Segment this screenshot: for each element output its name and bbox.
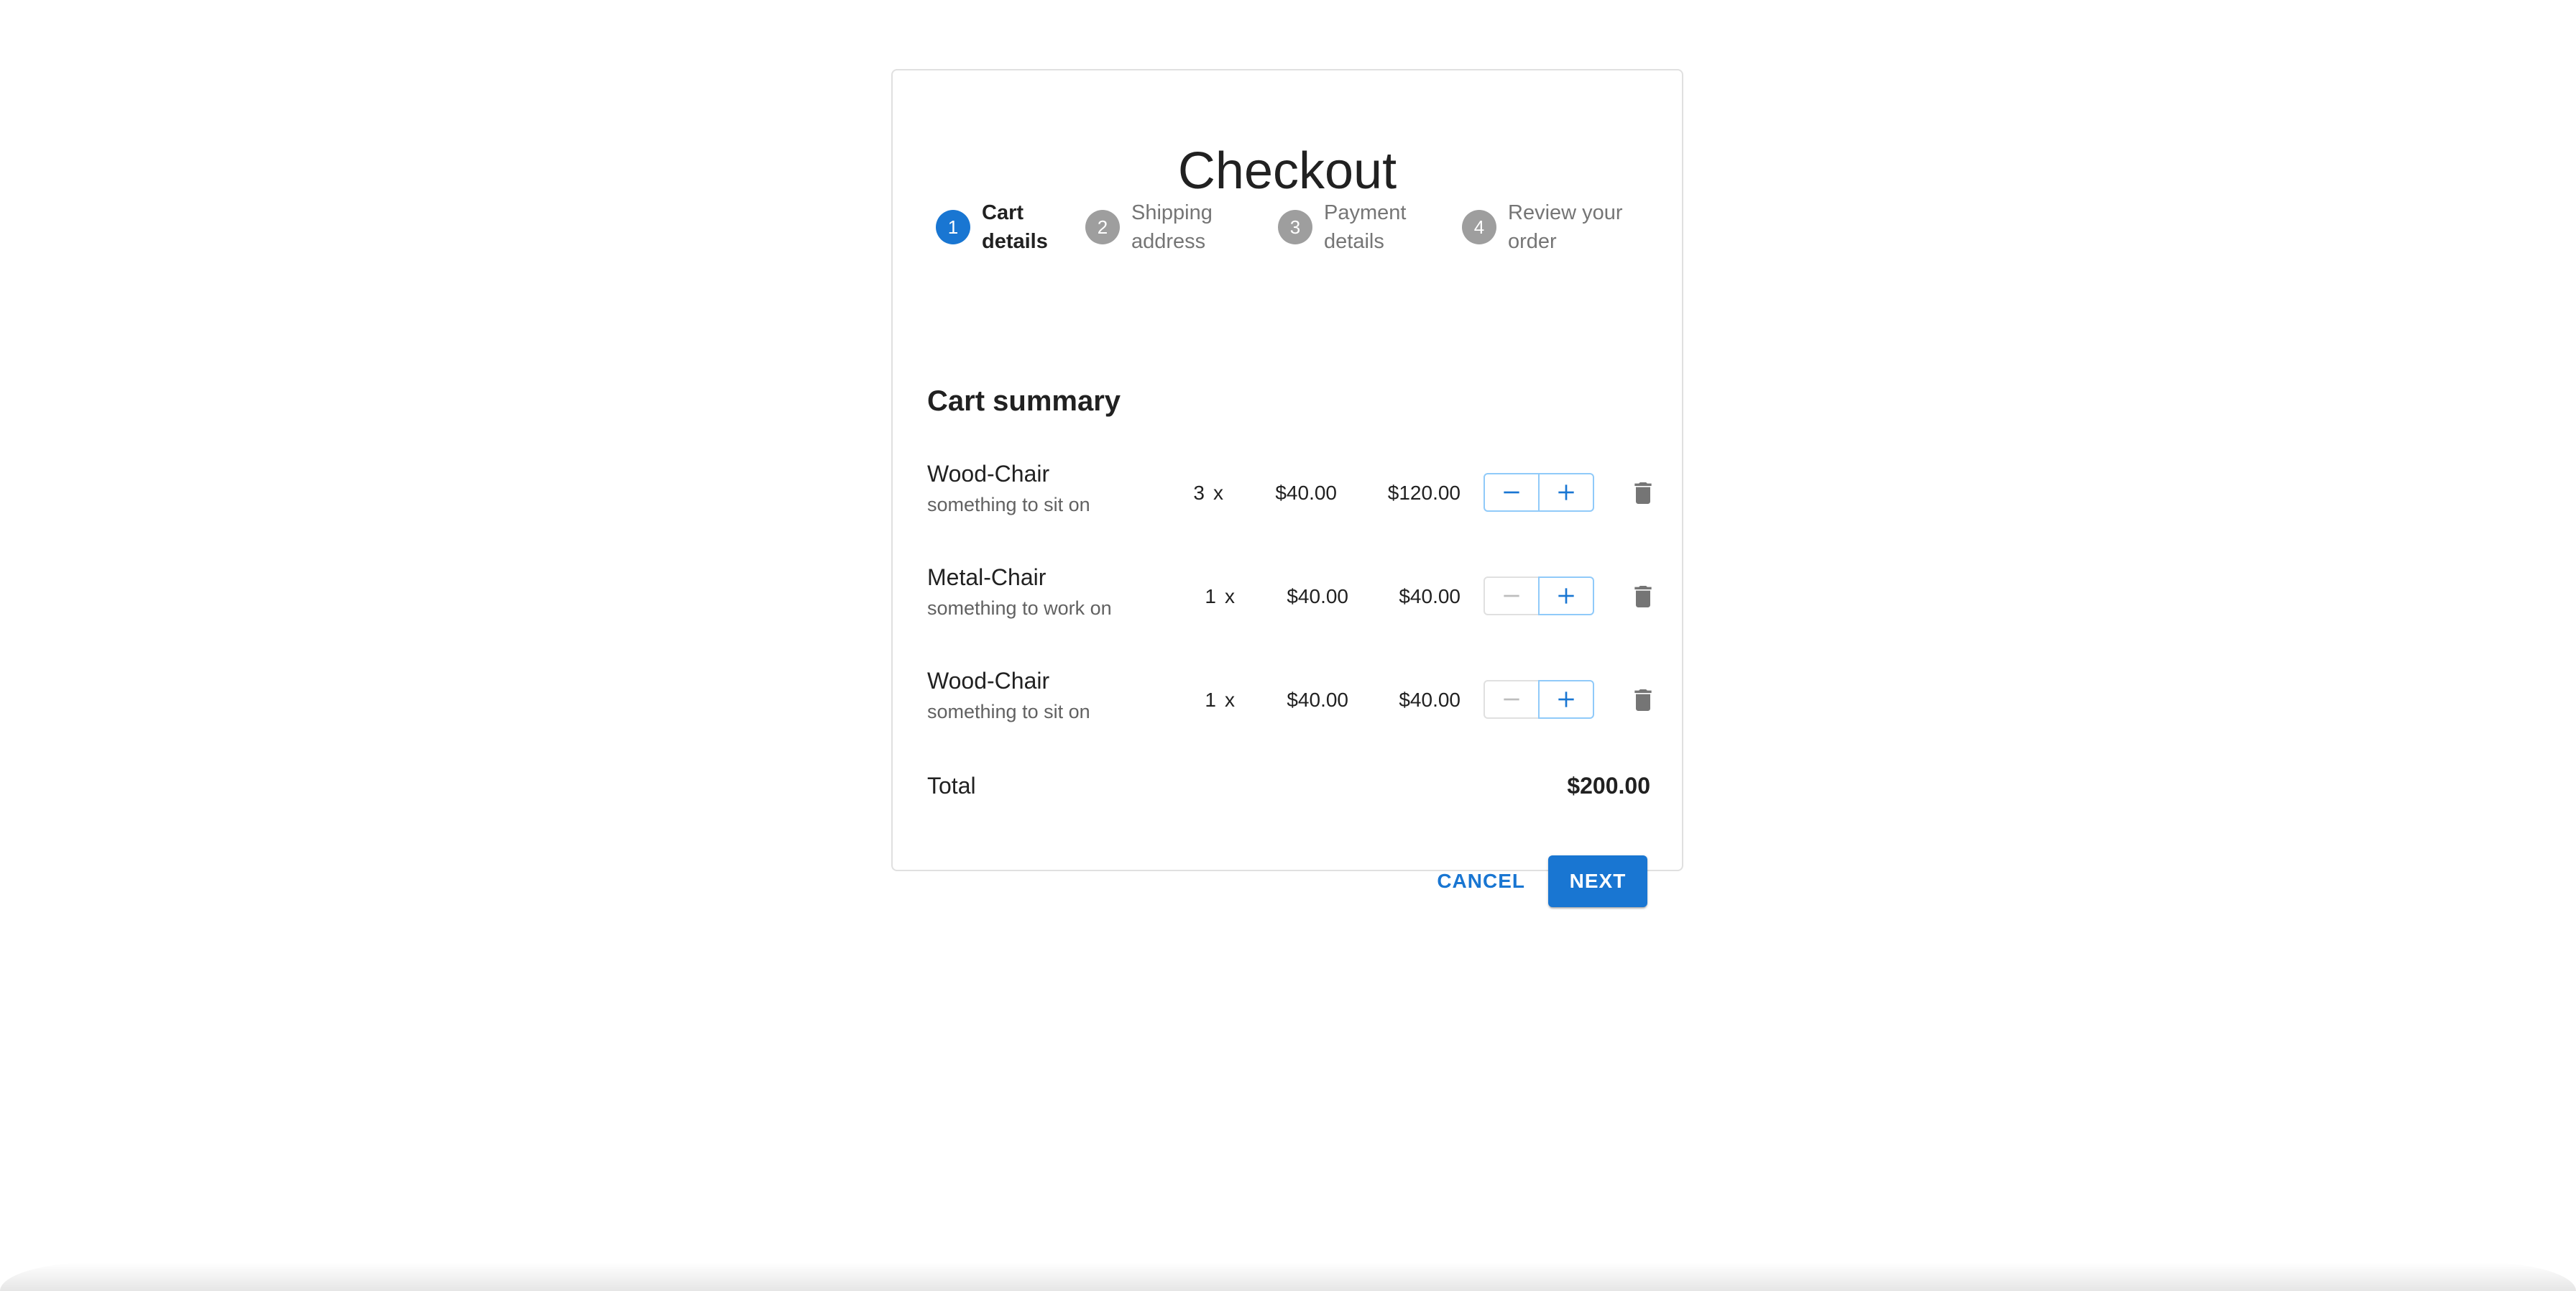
step-label: Review your order (1508, 198, 1652, 256)
step-label: Payment details (1324, 198, 1468, 256)
item-description: something to sit on (927, 494, 1090, 515)
item-times-sign: x (1213, 482, 1223, 504)
step-label-line2: address (1131, 230, 1206, 253)
item-line-total: $120.00 (1387, 482, 1460, 504)
cancel-button[interactable]: CANCEL (1425, 855, 1537, 907)
decrease-quantity-button[interactable] (1484, 473, 1540, 512)
increase-quantity-button[interactable] (1538, 576, 1594, 615)
step-number-badge: 4 (1462, 210, 1496, 244)
quantity-stepper (1484, 680, 1594, 719)
cart-item-row: Metal-Chair something to work on 1 x $40… (927, 561, 1652, 633)
bottom-shadow (0, 1262, 2576, 1291)
plus-icon (1558, 692, 1574, 707)
item-unit-price: $40.00 (1287, 585, 1348, 607)
page-title: Checkout (1177, 142, 1397, 200)
item-name: Metal-Chair (927, 564, 1046, 590)
step-shipping-address[interactable]: 2 Shipping address (1085, 198, 1275, 256)
total-value: $200.00 (1567, 773, 1650, 799)
quantity-stepper (1484, 473, 1594, 512)
checkout-actions: CANCEL NEXT (1425, 855, 1647, 907)
cart-item-row: Wood-Chair something to sit on 3 x $40.0… (927, 457, 1652, 529)
delete-item-button[interactable] (1623, 473, 1663, 513)
checkout-card: Checkout 1 Cart details 2 Shipping addre… (891, 69, 1683, 907)
delete-item-button[interactable] (1623, 680, 1663, 720)
minus-icon (1504, 594, 1519, 597)
step-label: Shipping address (1131, 198, 1275, 256)
step-label-line1: Review your (1508, 201, 1623, 224)
item-quantity: 1 (1205, 689, 1216, 711)
increase-quantity-button[interactable] (1538, 680, 1594, 719)
increase-quantity-button[interactable] (1538, 473, 1594, 512)
trash-icon (1634, 586, 1652, 607)
item-quantity: 3 (1193, 482, 1205, 504)
step-number-badge: 3 (1278, 210, 1312, 244)
item-name: Wood-Chair (927, 461, 1050, 487)
item-unit-price: $40.00 (1287, 689, 1348, 711)
step-payment-details[interactable]: 3 Payment details (1278, 198, 1468, 256)
total-label: Total (927, 773, 976, 799)
item-unit-price: $40.00 (1275, 482, 1337, 504)
cart-summary-title: Cart summary (927, 385, 1121, 417)
item-description: something to work on (927, 597, 1112, 619)
item-times-sign: x (1225, 689, 1235, 711)
step-number-badge: 1 (936, 210, 970, 244)
cart-total-row: Total $200.00 (927, 768, 1650, 804)
next-button[interactable]: NEXT (1548, 855, 1647, 907)
quantity-stepper (1484, 576, 1594, 615)
step-label-line2: order (1508, 230, 1557, 253)
decrease-quantity-button (1484, 680, 1540, 719)
step-number-badge: 2 (1085, 210, 1120, 244)
item-name: Wood-Chair (927, 668, 1050, 694)
checkout-stepper: 1 Cart details 2 Shipping address 3 Paym… (936, 198, 1647, 270)
minus-icon (1504, 698, 1519, 701)
delete-item-button[interactable] (1623, 576, 1663, 617)
step-label-line2: details (1324, 230, 1384, 253)
item-line-total: $40.00 (1399, 585, 1460, 607)
decrease-quantity-button (1484, 576, 1540, 615)
step-label-line1: Shipping (1131, 201, 1213, 224)
trash-icon (1634, 689, 1652, 711)
page: Checkout 1 Cart details 2 Shipping addre… (0, 0, 2576, 1291)
cart-item-row: Wood-Chair something to sit on 1 x $40.0… (927, 664, 1652, 736)
step-review-order[interactable]: 4 Review your order (1462, 198, 1652, 256)
minus-icon (1504, 491, 1519, 494)
step-label-line1: Payment (1324, 201, 1407, 224)
trash-icon (1634, 482, 1652, 504)
plus-icon (1558, 588, 1574, 604)
item-description: something to sit on (927, 701, 1090, 722)
item-quantity: 1 (1205, 585, 1216, 607)
plus-icon (1558, 484, 1574, 500)
item-times-sign: x (1225, 585, 1235, 607)
item-line-total: $40.00 (1399, 689, 1460, 711)
